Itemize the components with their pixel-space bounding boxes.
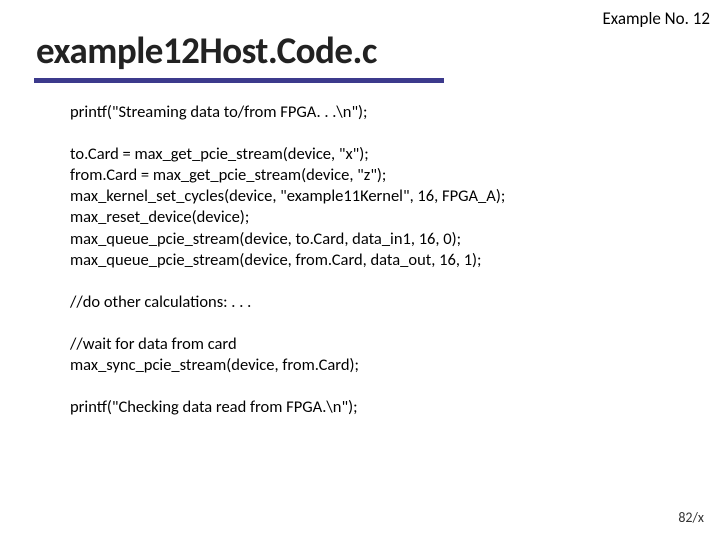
code-section-4: //wait for data from card max_sync_pcie_…	[70, 334, 680, 376]
code-line: max_queue_pcie_stream(device, to.Card, d…	[70, 229, 680, 250]
code-line: printf("Streaming data to/from FPGA. . .…	[70, 102, 680, 123]
code-line: //do other calculations: . . .	[70, 292, 680, 313]
page-number: 82/x	[678, 509, 704, 526]
code-line: //wait for data from card	[70, 334, 680, 355]
code-section-1: printf("Streaming data to/from FPGA. . .…	[70, 102, 680, 123]
code-line: printf("Checking data read from FPGA.\n"…	[70, 397, 680, 418]
code-line: to.Card = max_get_pcie_stream(device, "x…	[70, 144, 680, 165]
code-section-2: to.Card = max_get_pcie_stream(device, "x…	[70, 144, 680, 271]
code-section-3: //do other calculations: . . .	[70, 292, 680, 313]
page-title: example12Host.Code.c	[36, 28, 377, 73]
code-line: max_queue_pcie_stream(device, from.Card,…	[70, 250, 680, 271]
example-number: Example No. 12	[602, 8, 710, 29]
title-underline	[34, 78, 444, 83]
code-section-5: printf("Checking data read from FPGA.\n"…	[70, 397, 680, 418]
code-line: max_reset_device(device);	[70, 207, 680, 228]
code-block: printf("Streaming data to/from FPGA. . .…	[70, 102, 680, 418]
code-line: max_kernel_set_cycles(device, "example11…	[70, 186, 680, 207]
code-line: max_sync_pcie_stream(device, from.Card);	[70, 355, 680, 376]
code-line: from.Card = max_get_pcie_stream(device, …	[70, 165, 680, 186]
